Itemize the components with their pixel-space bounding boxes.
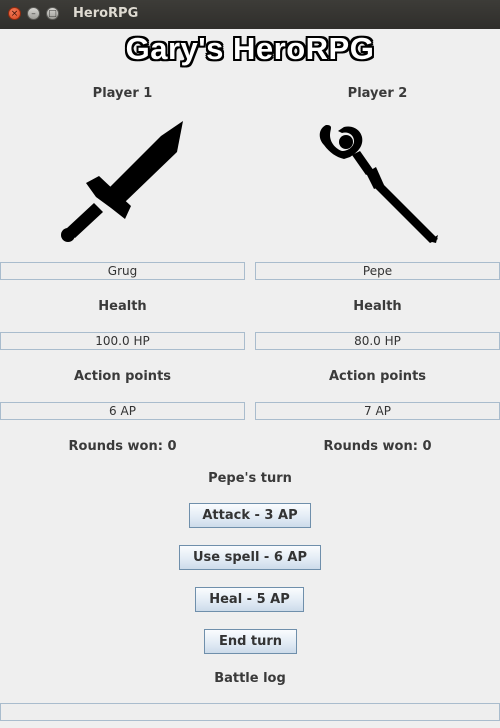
window-titlebar: × – □ HeroRPG bbox=[0, 0, 500, 29]
attack-button[interactable]: Attack - 3 AP bbox=[189, 503, 311, 528]
use-spell-button[interactable]: Use spell - 6 AP bbox=[179, 545, 321, 570]
end-turn-button[interactable]: End turn bbox=[204, 629, 297, 654]
player2-ap-field: 7 AP bbox=[255, 402, 500, 420]
sword-icon bbox=[56, 115, 186, 250]
maximize-window-button[interactable]: □ bbox=[46, 7, 59, 20]
close-window-button[interactable]: × bbox=[8, 7, 21, 20]
player1-ap-field: 6 AP bbox=[0, 402, 245, 420]
turn-status: Pepe's turn bbox=[208, 471, 292, 486]
battle-log-label: Battle log bbox=[214, 671, 286, 686]
player2-name-field: Pepe bbox=[255, 262, 500, 280]
player1-heading: Player 1 bbox=[92, 86, 153, 101]
player2-health-field: 80.0 HP bbox=[255, 332, 500, 350]
player1-health-field: 100.0 HP bbox=[0, 332, 245, 350]
player2-health-label: Health bbox=[353, 299, 402, 314]
window-title: HeroRPG bbox=[73, 6, 139, 21]
staff-icon bbox=[312, 115, 442, 250]
player2-heading: Player 2 bbox=[347, 86, 408, 101]
player1-name-field: Grug bbox=[0, 262, 245, 280]
player2-ap-label: Action points bbox=[328, 369, 427, 384]
minimize-window-button[interactable]: – bbox=[27, 7, 40, 20]
heal-button[interactable]: Heal - 5 AP bbox=[195, 587, 304, 612]
player1-health-label: Health bbox=[98, 299, 147, 314]
player1-ap-label: Action points bbox=[73, 369, 172, 384]
player1-rounds-won: Rounds won: 0 bbox=[68, 439, 177, 454]
battle-log-field bbox=[0, 703, 500, 721]
player2-rounds-won: Rounds won: 0 bbox=[323, 439, 432, 454]
app-title: Gary's HeroRPG bbox=[125, 31, 375, 66]
